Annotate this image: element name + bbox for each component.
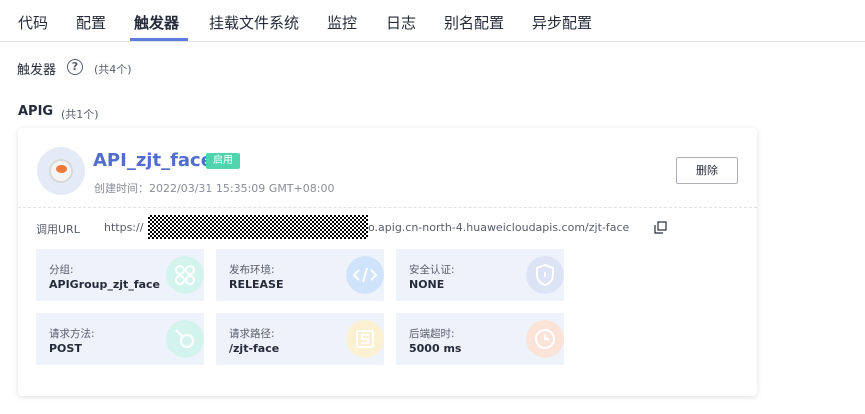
detail-tile-timeout: 后端超时: 5000 ms bbox=[396, 313, 564, 365]
detail-value: 5000 ms bbox=[409, 342, 462, 355]
tab-code[interactable]: 代码 bbox=[18, 12, 48, 33]
url-prefix: https:// bbox=[104, 221, 144, 234]
code-icon bbox=[346, 256, 384, 294]
detail-label: 请求方法: bbox=[49, 328, 95, 340]
tab-monitoring[interactable]: 监控 bbox=[327, 12, 357, 33]
apig-icon bbox=[49, 159, 73, 183]
created-time: 创建时间：2022/03/31 15:35:09 GMT+08:00 bbox=[94, 182, 335, 195]
detail-tile-path: 请求路径: /zjt-face bbox=[216, 313, 384, 365]
card-divider bbox=[18, 207, 757, 208]
tab-async-config[interactable]: 异步配置 bbox=[532, 12, 592, 33]
section-count: (共4个) bbox=[94, 63, 132, 76]
tab-alias-config[interactable]: 别名配置 bbox=[444, 12, 504, 33]
detail-label: 安全认证: bbox=[409, 264, 455, 276]
detail-label: 后端超时: bbox=[409, 328, 455, 340]
path-icon bbox=[346, 320, 384, 358]
section-title: 触发器 bbox=[17, 63, 57, 78]
tab-config[interactable]: 配置 bbox=[76, 12, 106, 33]
apig-avatar bbox=[37, 147, 85, 195]
group-count: (共1个) bbox=[61, 108, 99, 121]
question-circle-icon[interactable]: ? bbox=[67, 59, 83, 75]
detail-value: /zjt-face bbox=[229, 342, 280, 355]
url-suffix: o.apig.cn-north-4.huaweicloudapis.com/zj… bbox=[368, 221, 630, 234]
tab-bar: 代码 配置 触发器 挂载文件系统 监控 日志 别名配置 异步配置 bbox=[0, 0, 865, 42]
url-label: 调用URL bbox=[36, 223, 80, 236]
tab-mount-filesystem[interactable]: 挂载文件系统 bbox=[209, 12, 299, 33]
delete-button[interactable]: 删除 bbox=[676, 157, 738, 184]
group-title: APIG bbox=[18, 104, 54, 119]
active-tab-indicator bbox=[130, 38, 188, 41]
url-redaction bbox=[148, 215, 368, 239]
shield-icon bbox=[526, 256, 564, 294]
detail-tile-auth: 安全认证: NONE bbox=[396, 249, 564, 301]
clock-icon bbox=[526, 320, 564, 358]
detail-value: NONE bbox=[409, 278, 445, 291]
status-badge: 启用 bbox=[206, 153, 240, 169]
detail-tile-method: 请求方法: POST bbox=[36, 313, 204, 365]
detail-label: 请求路径: bbox=[229, 328, 275, 340]
detail-label: 分组: bbox=[49, 264, 74, 276]
detail-tile-group: 分组: APIGroup_zjt_face bbox=[36, 249, 204, 301]
group-icon bbox=[166, 256, 204, 294]
tab-triggers[interactable]: 触发器 bbox=[134, 12, 179, 33]
detail-value: POST bbox=[49, 342, 82, 355]
detail-label: 发布环境: bbox=[229, 264, 275, 276]
detail-value: RELEASE bbox=[229, 278, 284, 291]
tab-logs[interactable]: 日志 bbox=[386, 12, 416, 33]
trigger-card: API_zjt_face 启用 创建时间：2022/03/31 15:35:09… bbox=[18, 128, 757, 396]
method-icon bbox=[166, 320, 204, 358]
detail-tile-environment: 发布环境: RELEASE bbox=[216, 249, 384, 301]
trigger-name[interactable]: API_zjt_face bbox=[93, 150, 213, 171]
detail-value: APIGroup_zjt_face bbox=[49, 278, 161, 291]
copy-icon[interactable] bbox=[654, 221, 667, 234]
